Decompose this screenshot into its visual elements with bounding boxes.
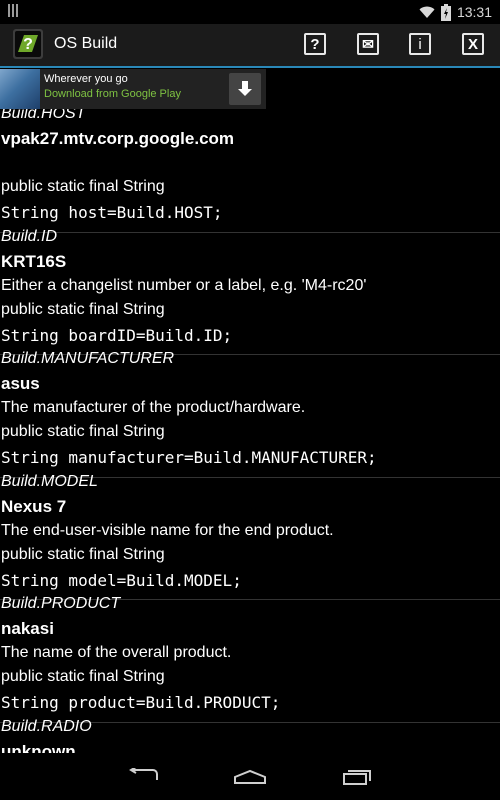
property-code: String manufacturer=Build.MANUFACTURER;	[1, 448, 377, 467]
home-button[interactable]	[220, 753, 280, 800]
back-button[interactable]	[113, 753, 173, 800]
recents-icon	[343, 769, 371, 785]
notification-icon	[8, 4, 20, 17]
ad-download-button[interactable]	[229, 73, 261, 105]
property-declaration: public static final String	[1, 178, 165, 195]
property-code: String boardID=Build.ID;	[1, 326, 233, 345]
build-info-list[interactable]: Build.HOST vpak27.mtv.corp.google.com pu…	[0, 109, 500, 753]
property-value: KRT16S	[1, 252, 67, 271]
property-declaration: public static final String	[1, 546, 165, 563]
email-button[interactable]: ✉	[357, 33, 379, 55]
status-bar: 13:31	[0, 0, 500, 24]
list-divider	[0, 232, 500, 233]
property-declaration: public static final String	[1, 668, 165, 685]
app-icon[interactable]: ?	[12, 28, 44, 60]
ad-banner[interactable]: Wherever you go Download from Google Pla…	[0, 69, 266, 109]
property-name: Build.MANUFACTURER	[1, 350, 175, 367]
property-declaration: public static final String	[1, 423, 165, 440]
app-title: OS Build	[54, 35, 118, 52]
help-button[interactable]: ?	[304, 33, 326, 55]
wifi-icon	[419, 6, 435, 18]
ad-image	[0, 69, 40, 109]
battery-icon	[440, 3, 451, 21]
recents-button[interactable]	[327, 753, 387, 800]
status-icons: 13:31	[419, 2, 492, 22]
property-description: The end-user-visible name for the end pr…	[1, 522, 334, 539]
property-name: Build.PRODUCT	[1, 595, 121, 612]
navigation-bar	[0, 753, 500, 800]
svg-text:?: ?	[23, 36, 33, 53]
ad-title: Wherever you go	[44, 73, 128, 85]
property-description: Either a changelist number or a label, e…	[1, 277, 367, 294]
property-code: String model=Build.MODEL;	[1, 571, 242, 590]
property-description: The manufacturer of the product/hardware…	[1, 399, 306, 416]
back-icon	[129, 767, 158, 780]
property-name: Build.RADIO	[1, 718, 92, 735]
property-value: Nexus 7	[1, 497, 67, 516]
ad-subtitle: Download from Google Play	[44, 88, 181, 100]
property-name: Build.ID	[1, 228, 58, 245]
download-arrow-icon	[238, 81, 252, 96]
property-name: Build.MODEL	[1, 473, 98, 490]
status-time: 13:31	[456, 4, 492, 20]
property-code: String host=Build.HOST;	[1, 203, 223, 222]
exit-button[interactable]: X	[462, 33, 484, 55]
home-icon	[234, 769, 266, 784]
property-value: asus	[1, 374, 40, 393]
action-bar-divider	[0, 66, 500, 68]
property-value: nakasi	[1, 619, 54, 638]
property-declaration: public static final String	[1, 301, 165, 318]
property-code: String product=Build.PRODUCT;	[1, 693, 281, 712]
property-value: unknown	[1, 742, 76, 753]
info-button[interactable]: i	[409, 33, 431, 55]
property-description: The name of the overall product.	[1, 644, 232, 661]
property-name: Build.HOST	[1, 109, 86, 122]
property-value: vpak27.mtv.corp.google.com	[1, 129, 235, 148]
